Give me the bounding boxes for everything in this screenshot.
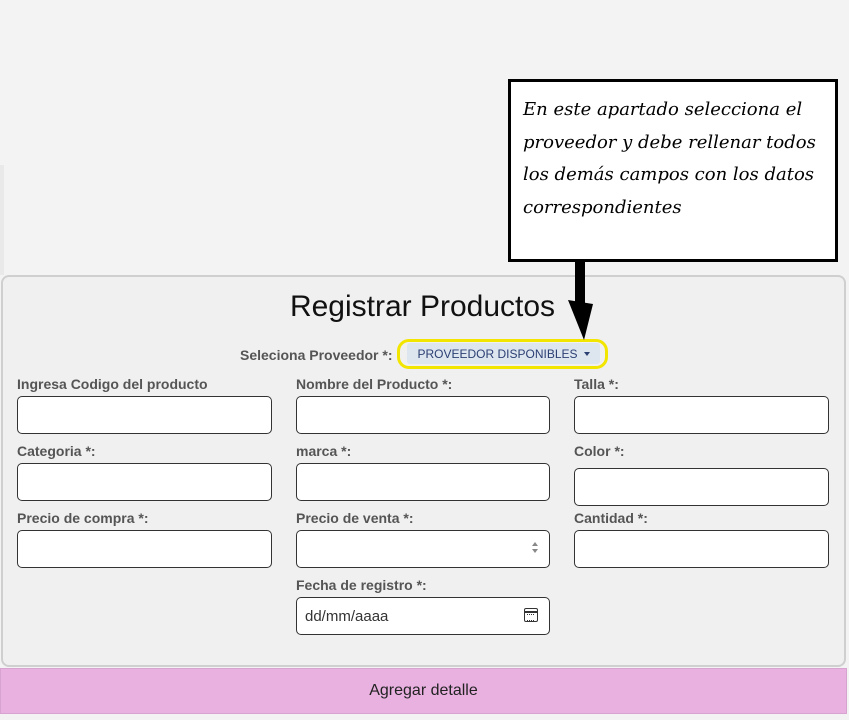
calendar-icon[interactable] <box>524 608 538 622</box>
annotation-callout: En este apartado selecciona el proveedor… <box>508 79 838 262</box>
precio-venta-label: Precio de venta *: <box>296 510 414 526</box>
provider-dropdown[interactable]: PROVEEDOR DISPONIBLES <box>407 343 600 364</box>
talla-input[interactable] <box>574 396 829 434</box>
precio-compra-label: Precio de compra *: <box>17 510 149 526</box>
number-spinner-icon[interactable] <box>532 542 538 553</box>
marca-input[interactable] <box>296 463 550 501</box>
provider-label: Seleciona Proveedor *: <box>240 347 393 363</box>
date-placeholder: dd/mm/aaaa <box>305 608 389 625</box>
color-label: Color *: <box>574 443 625 459</box>
marca-label: marca *: <box>296 443 352 459</box>
nombre-input[interactable] <box>296 396 550 434</box>
cantidad-input[interactable] <box>574 530 829 568</box>
categoria-label: Categoria *: <box>17 443 96 459</box>
annotation-text: En este apartado selecciona el proveedor… <box>523 99 816 218</box>
agregar-detalle-button[interactable]: Agregar detalle <box>0 668 847 714</box>
codigo-input[interactable] <box>17 396 272 434</box>
background-strip <box>0 165 4 275</box>
caret-down-icon <box>583 352 590 356</box>
talla-label: Talla *: <box>574 376 619 392</box>
annotation-arrow-icon <box>568 260 593 340</box>
fecha-registro-input[interactable]: dd/mm/aaaa <box>296 597 550 635</box>
cantidad-label: Cantidad *: <box>574 510 648 526</box>
nombre-label: Nombre del Producto *: <box>296 376 453 392</box>
codigo-label: Ingresa Codigo del producto <box>17 376 208 392</box>
page-title: Registrar Productos <box>289 290 556 323</box>
color-input[interactable] <box>574 468 829 506</box>
provider-dropdown-label: PROVEEDOR DISPONIBLES <box>417 346 578 361</box>
precio-compra-input[interactable] <box>17 530 272 568</box>
fecha-registro-label: Fecha de registro *: <box>296 577 427 593</box>
categoria-input[interactable] <box>17 463 272 501</box>
precio-venta-input[interactable] <box>296 530 550 568</box>
